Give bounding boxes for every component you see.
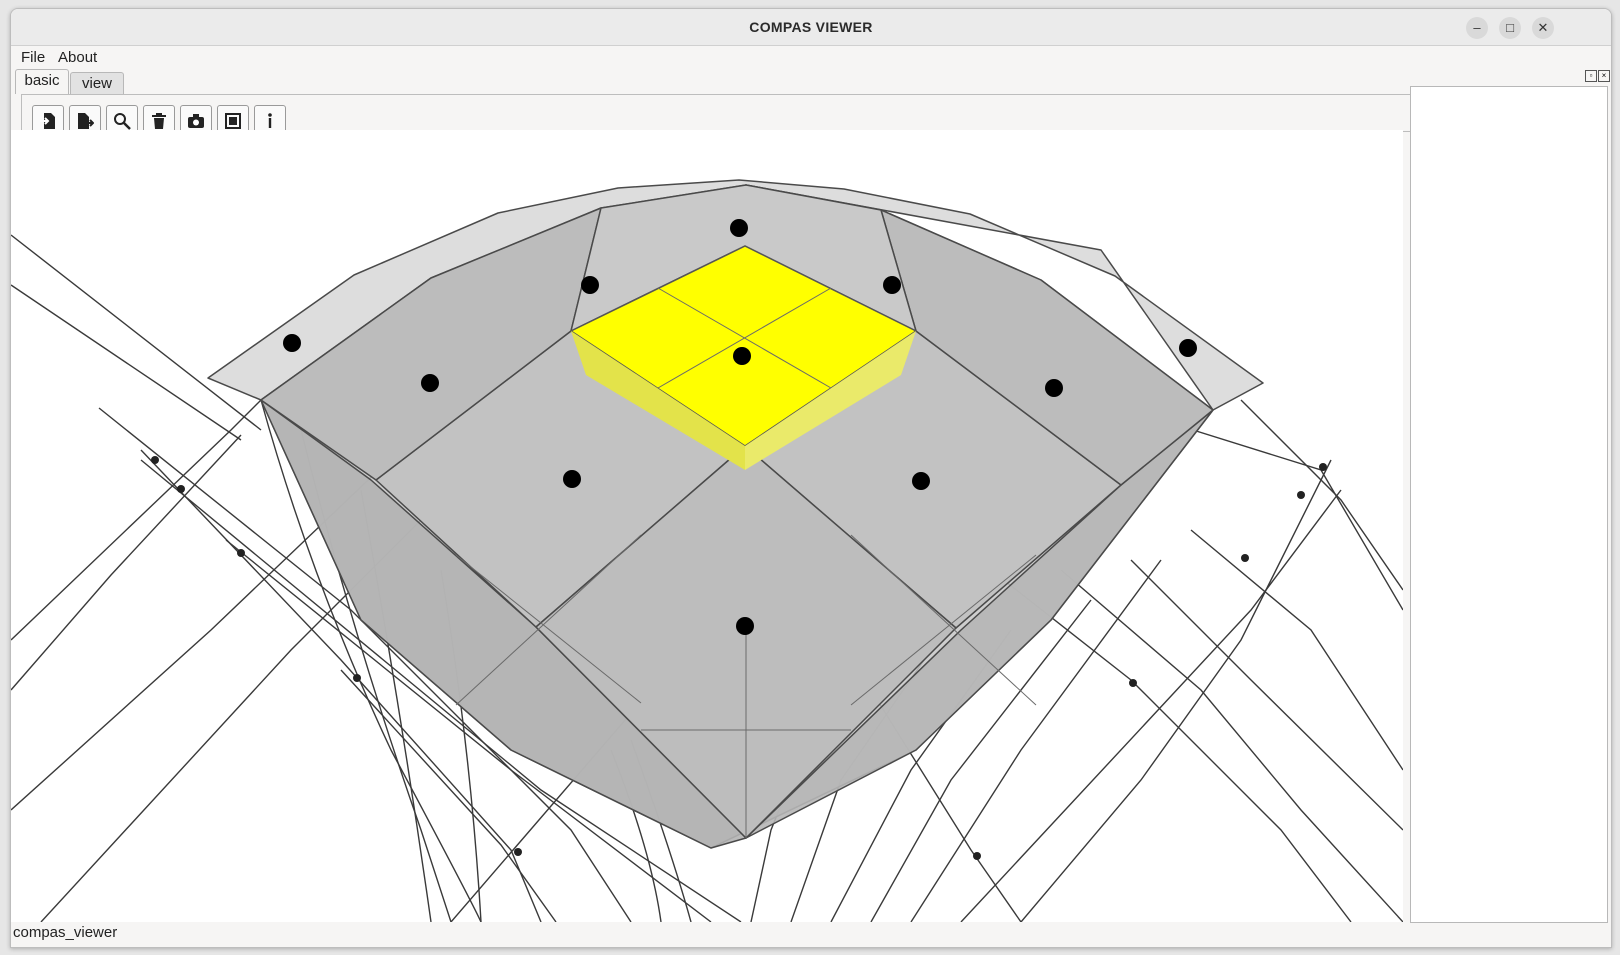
delete-icon — [152, 113, 166, 129]
select-window-icon — [225, 113, 241, 129]
tab-basic[interactable]: basic — [15, 69, 69, 94]
side-panel — [1410, 86, 1608, 923]
minimize-button[interactable]: – — [1466, 17, 1488, 39]
dome-mesh — [207, 179, 1264, 849]
zoom-button[interactable] — [106, 105, 138, 131]
minimize-icon: – — [1473, 20, 1481, 35]
maximize-icon: □ — [1506, 20, 1514, 35]
camera-icon — [188, 114, 204, 128]
status-bar: compas_viewer — [13, 924, 118, 941]
search-icon — [114, 113, 131, 130]
info-icon — [268, 113, 272, 128]
3d-viewport[interactable] — [11, 130, 1403, 922]
select-window-button[interactable] — [217, 105, 249, 131]
info-button[interactable] — [254, 105, 286, 131]
window-title: COMPAS VIEWER — [749, 19, 873, 35]
tab-view[interactable]: view — [70, 72, 124, 94]
menu-about[interactable]: About — [58, 49, 97, 66]
dock-float-icon[interactable]: ▫ — [1585, 70, 1597, 82]
close-button[interactable]: ✕ — [1532, 17, 1554, 39]
menu-file[interactable]: File — [21, 49, 45, 66]
open-file-icon — [40, 113, 55, 129]
delete-button[interactable] — [143, 105, 175, 131]
title-bar[interactable]: COMPAS VIEWER – □ ✕ — [11, 9, 1611, 46]
close-icon: ✕ — [1537, 20, 1549, 35]
menu-bar: File About — [11, 46, 1611, 68]
open-file-button[interactable] — [32, 105, 64, 131]
export-file-icon — [78, 113, 94, 129]
viewport-canvas — [11, 179, 1403, 922]
screenshot-button[interactable] — [180, 105, 212, 131]
dock-close-icon[interactable]: × — [1598, 70, 1610, 82]
app-window: COMPAS VIEWER – □ ✕ File About basic vie… — [10, 8, 1612, 948]
toolbar — [21, 94, 1415, 132]
export-file-button[interactable] — [69, 105, 101, 131]
maximize-button[interactable]: □ — [1499, 17, 1521, 39]
